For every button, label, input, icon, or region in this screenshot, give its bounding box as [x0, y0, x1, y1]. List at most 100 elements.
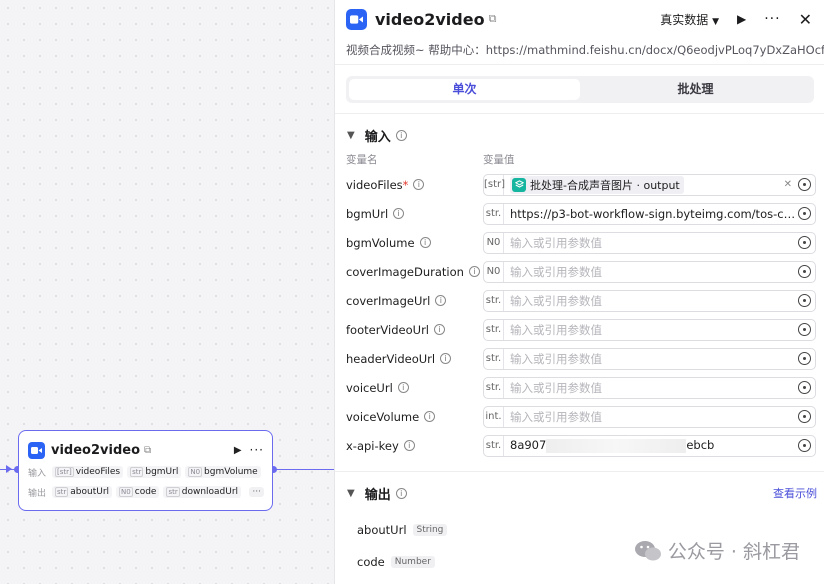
var-value-input[interactable]: 输入或引用参数值: [504, 235, 798, 251]
var-value-field[interactable]: int. 输入或引用参数值: [483, 405, 816, 428]
info-icon[interactable]: i: [397, 382, 409, 393]
reference-picker-icon[interactable]: [798, 236, 811, 249]
output-name: code: [357, 555, 385, 569]
outputs-label: 输出: [28, 488, 47, 499]
var-value-field[interactable]: str. 输入或引用参数值: [483, 376, 816, 399]
var-name: voiceVolume: [346, 409, 420, 424]
see-example-link[interactable]: 查看示例: [773, 485, 817, 501]
var-name: x-api-key: [346, 438, 399, 453]
reference-text: 批处理-合成声音图片 · output: [530, 178, 680, 192]
output-section-header[interactable]: ▼ 输出 i 查看示例: [335, 480, 824, 506]
reference-picker-icon[interactable]: [798, 178, 811, 191]
var-value-field[interactable]: str. 8a907 ebcb: [483, 434, 816, 457]
caret-down-icon[interactable]: ▼: [347, 130, 355, 141]
reference-picker-icon[interactable]: [798, 294, 811, 307]
video2video-node[interactable]: video2video ⧉ ▶ ··· 输入 [str] videoFiles s…: [18, 430, 273, 511]
tab-single[interactable]: 单次: [349, 79, 580, 100]
var-value-field[interactable]: str. https://p3-bot-workflow-sign.byteim…: [483, 202, 816, 225]
var-value-input[interactable]: 8a907 ebcb: [504, 438, 798, 453]
reference-picker-icon[interactable]: [798, 381, 811, 394]
input-row-coverImageUrl: coverImageUrl i str. 输入或引用参数值: [335, 286, 824, 315]
tab-batch[interactable]: 批处理: [580, 79, 811, 100]
panel-title: video2video: [375, 9, 485, 29]
type-tag: N0: [484, 232, 504, 253]
input-row-coverImageDuration: coverImageDuration i N0 输入或引用参数值: [335, 257, 824, 286]
reference-picker-icon[interactable]: [798, 439, 811, 452]
var-value-input[interactable]: 输入或引用参数值: [504, 380, 798, 396]
inputs-label: 输入: [28, 468, 47, 479]
type-tag: str.: [484, 377, 504, 398]
var-value-field[interactable]: str. 输入或引用参数值: [483, 347, 816, 370]
redacted-region: [546, 438, 687, 453]
type-tag: str.: [484, 203, 504, 224]
input-row-voiceUrl: voiceUrl i str. 输入或引用参数值: [335, 373, 824, 402]
more-icon[interactable]: ···: [250, 443, 264, 457]
output-type-badge: Number: [390, 556, 435, 568]
reference-chip[interactable]: 批处理-合成声音图片 · output: [510, 175, 684, 194]
var-value-field[interactable]: str. 输入或引用参数值: [483, 318, 816, 341]
info-icon[interactable]: i: [413, 179, 425, 190]
reference-picker-icon[interactable]: [798, 410, 811, 423]
reference-picker-icon[interactable]: [798, 207, 811, 220]
caret-down-icon[interactable]: ▼: [347, 488, 355, 499]
output-chip: str aboutUrl: [52, 486, 113, 498]
info-icon[interactable]: i: [424, 411, 436, 422]
info-icon[interactable]: i: [395, 487, 407, 499]
api-key-end: ebcb: [686, 438, 715, 453]
output-chip: str downloadUrl: [163, 486, 242, 498]
info-icon[interactable]: i: [440, 353, 452, 364]
var-value-input[interactable]: 输入或引用参数值: [504, 264, 798, 280]
close-icon[interactable]: ✕: [799, 10, 812, 29]
info-icon[interactable]: i: [419, 237, 431, 248]
var-value-field[interactable]: N0 输入或引用参数值: [483, 260, 816, 283]
var-value-input[interactable]: 输入或引用参数值: [504, 351, 798, 367]
info-icon[interactable]: i: [434, 324, 445, 335]
var-value-field[interactable]: N0 输入或引用参数值: [483, 231, 816, 254]
copy-icon[interactable]: ⧉: [144, 445, 151, 456]
output-chip: N0 code: [116, 486, 160, 498]
reference-picker-icon[interactable]: [798, 323, 811, 336]
input-section-header[interactable]: ▼ 输入 i: [335, 122, 824, 148]
reference-picker-icon[interactable]: [798, 352, 811, 365]
var-name: coverImageUrl: [346, 293, 431, 308]
input-row-x-api-key: x-api-key i str. 8a907 ebcb: [335, 431, 824, 460]
type-tag: str.: [484, 290, 504, 311]
var-value-input[interactable]: 输入或引用参数值: [504, 293, 798, 309]
input-row-videoFiles: videoFiles * i [str] 批处理-合成声音图片 · output ✕: [335, 170, 824, 199]
node-outputs-row: 输出 str aboutUrl N0 code str downloadUrl ···: [28, 483, 264, 501]
info-icon[interactable]: i: [395, 129, 407, 141]
node-config-panel: video2video ⧉ 真实数据 ▼ ▶ ··· ✕ 视频合成视频~ 帮助中…: [334, 0, 824, 584]
var-name: bgmVolume: [346, 235, 415, 250]
var-value-input[interactable]: https://p3-bot-workflow-sign.byteimg.com…: [504, 207, 798, 221]
video-camera-icon: [28, 441, 45, 459]
var-name: bgmUrl: [346, 206, 389, 221]
watermark-text: 公众号 · 斜杠君: [667, 541, 800, 563]
run-icon[interactable]: ▶: [234, 445, 242, 456]
info-icon[interactable]: i: [403, 440, 415, 451]
clear-icon[interactable]: ✕: [784, 179, 792, 190]
col-variable-name: 变量名: [346, 153, 378, 166]
data-mode-select[interactable]: 真实数据 ▼: [660, 11, 719, 28]
var-value-input[interactable]: 输入或引用参数值: [504, 409, 798, 425]
info-icon[interactable]: i: [468, 266, 480, 277]
input-row-bgmUrl: bgmUrl i str. https://p3-bot-workflow-sig…: [335, 199, 824, 228]
node-title: video2video: [51, 442, 141, 458]
var-value-input[interactable]: 输入或引用参数值: [504, 322, 798, 338]
wechat-icon: [634, 540, 661, 560]
copy-icon[interactable]: ⧉: [489, 12, 497, 26]
type-tag: [str]: [484, 174, 505, 195]
workflow-canvas[interactable]: video2video ⧉ ▶ ··· 输入 [str] videoFiles s…: [0, 0, 334, 584]
outputs-more-button[interactable]: ···: [249, 487, 264, 497]
var-value-field[interactable]: str. 输入或引用参数值: [483, 289, 816, 312]
more-icon[interactable]: ···: [764, 11, 780, 27]
info-icon[interactable]: i: [393, 208, 405, 219]
watermark: 公众号 · 斜杠君: [634, 537, 800, 564]
panel-description[interactable]: 视频合成视频~ 帮助中心：https://mathmind.feishu.cn/…: [335, 38, 824, 64]
var-name: footerVideoUrl: [346, 322, 429, 337]
output-section-title: 输出: [364, 487, 391, 503]
output-type-badge: String: [412, 524, 448, 536]
var-value-field[interactable]: [str] 批处理-合成声音图片 · output ✕: [483, 173, 816, 196]
run-icon[interactable]: ▶: [737, 12, 746, 26]
reference-picker-icon[interactable]: [798, 265, 811, 278]
info-icon[interactable]: i: [435, 295, 447, 306]
